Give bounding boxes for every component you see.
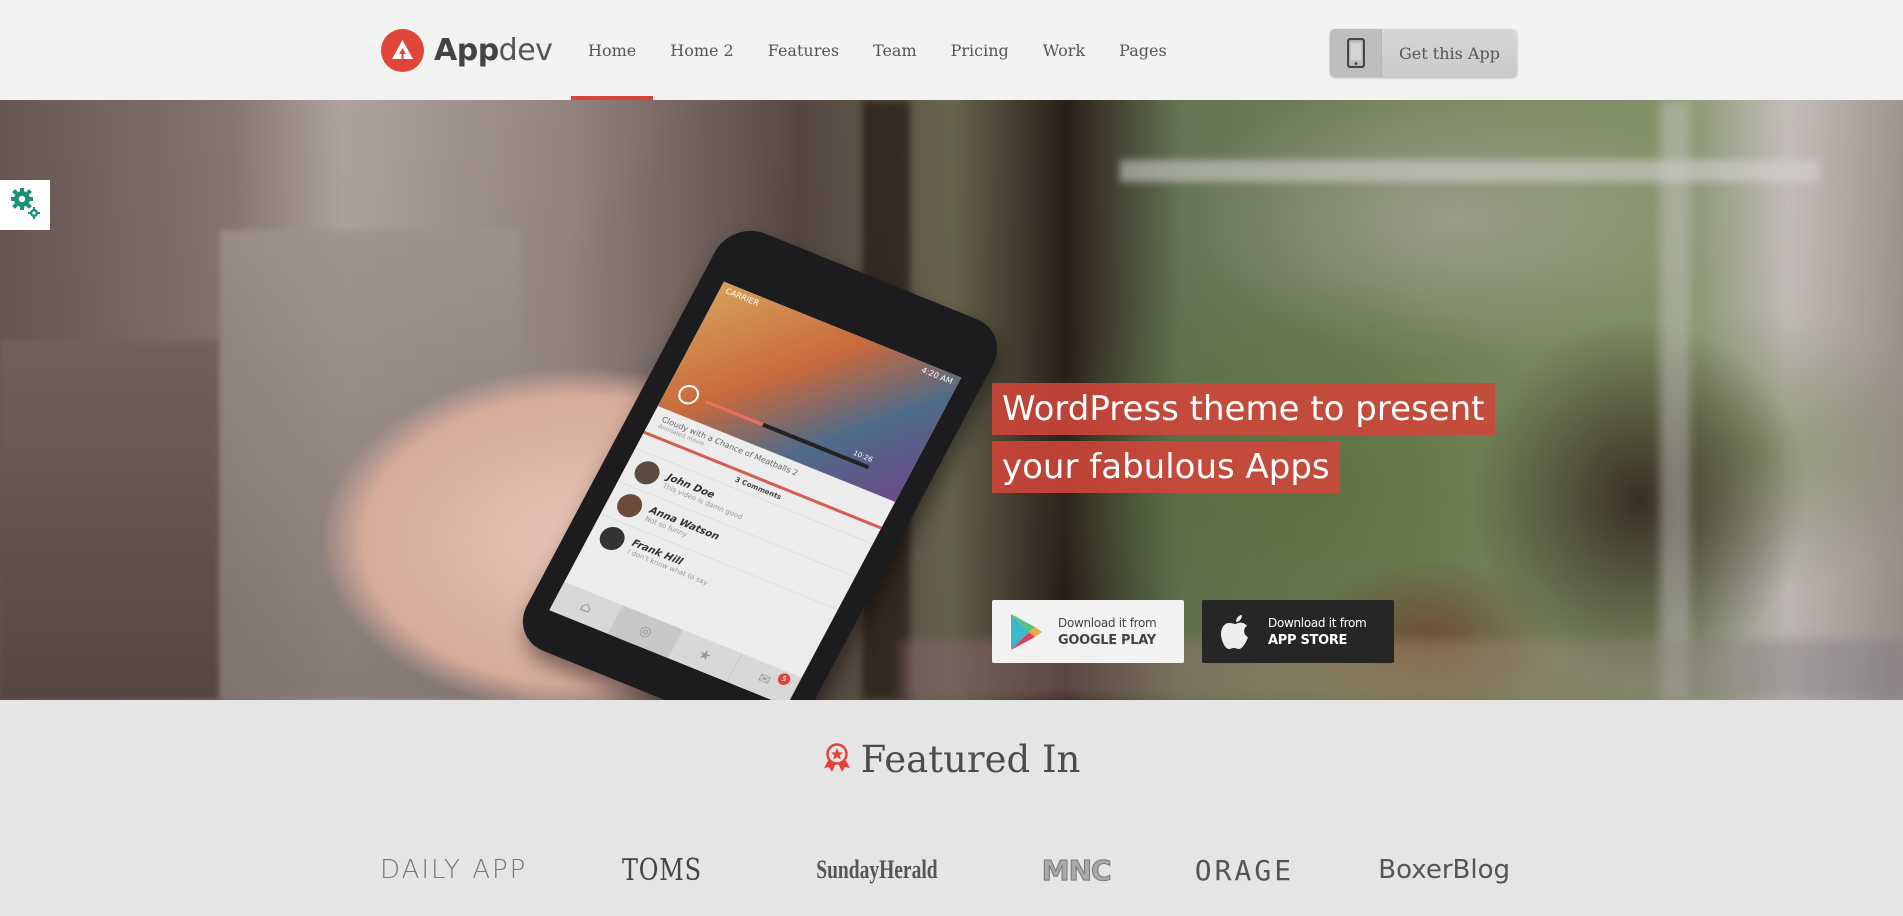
logo-mark-icon — [381, 29, 424, 72]
brand-logo-orage[interactable]: ORAGE — [1195, 854, 1294, 887]
nav-item-pricing[interactable]: Pricing — [934, 0, 1026, 100]
hero-banner: CARRIER 4:20 AM 10:26 Cloudy with a Chan… — [0, 100, 1903, 700]
nav-item-home[interactable]: Home — [571, 0, 654, 100]
clock-label: 4:20 AM — [919, 365, 955, 386]
headline-line-1: WordPress theme to present — [992, 383, 1495, 435]
mail-icon: ✉ 5 — [727, 653, 802, 700]
google-play-icon — [1006, 612, 1046, 652]
featured-title: Featured In — [860, 738, 1081, 781]
nav-item-pages[interactable]: Pages — [1102, 0, 1184, 100]
play-icon — [674, 382, 703, 408]
brand-logo-daily-app[interactable]: DAILY APP — [380, 855, 527, 885]
avatar — [630, 457, 664, 488]
brand-logo-boxerblog[interactable]: BoxerBlog — [1378, 855, 1510, 885]
google-play-button[interactable]: Download it from GOOGLE PLAY — [992, 600, 1184, 663]
status-bar: CARRIER 4:20 AM — [724, 287, 954, 386]
brand-logo-sunday-herald[interactable]: SundayHerald — [816, 855, 937, 885]
nav-item-features[interactable]: Features — [751, 0, 856, 100]
nav-item-team[interactable]: Team — [856, 0, 934, 100]
award-ribbon-icon — [823, 742, 851, 777]
featured-heading: Featured In — [0, 738, 1903, 781]
featured-logos: DAILY APP TOMS SundayHerald MNC ORAGE Bo… — [380, 848, 1510, 892]
brand-logo-toms[interactable]: TOMS — [622, 853, 702, 888]
style-switcher-toggle[interactable] — [0, 180, 50, 230]
nav-item-home-2[interactable]: Home 2 — [653, 0, 751, 100]
apple-icon — [1216, 612, 1256, 652]
nav-item-work[interactable]: Work — [1026, 0, 1102, 100]
main-nav: Home Home 2 Features Team Pricing Work P… — [571, 0, 1184, 100]
get-this-app-label: Get this App — [1399, 43, 1500, 63]
brand-logo-mnc[interactable]: MNC — [1041, 853, 1112, 887]
logo[interactable]: Appdev — [381, 29, 553, 72]
site-header: Appdev Home Home 2 Features Team Pricing… — [0, 0, 1903, 100]
google-play-label: GOOGLE PLAY — [1058, 632, 1156, 648]
mail-badge: 5 — [775, 671, 793, 687]
app-store-small-label: Download it from — [1268, 615, 1367, 630]
get-this-app-button[interactable]: Get this App — [1330, 29, 1517, 77]
avatar — [612, 490, 647, 521]
app-store-button[interactable]: Download it from APP STORE — [1202, 600, 1394, 663]
logo-text: Appdev — [434, 33, 553, 68]
smartphone-icon — [1330, 29, 1382, 77]
hero-headline: WordPress theme to present your fabulous… — [992, 383, 1495, 493]
video-progress-fill — [704, 399, 764, 427]
app-store-label: APP STORE — [1268, 632, 1348, 648]
headline-line-2: your fabulous Apps — [992, 441, 1340, 493]
gears-icon — [8, 186, 42, 224]
carrier-label: CARRIER — [723, 286, 761, 308]
google-play-small-label: Download it from — [1058, 615, 1157, 630]
avatar — [595, 523, 629, 554]
